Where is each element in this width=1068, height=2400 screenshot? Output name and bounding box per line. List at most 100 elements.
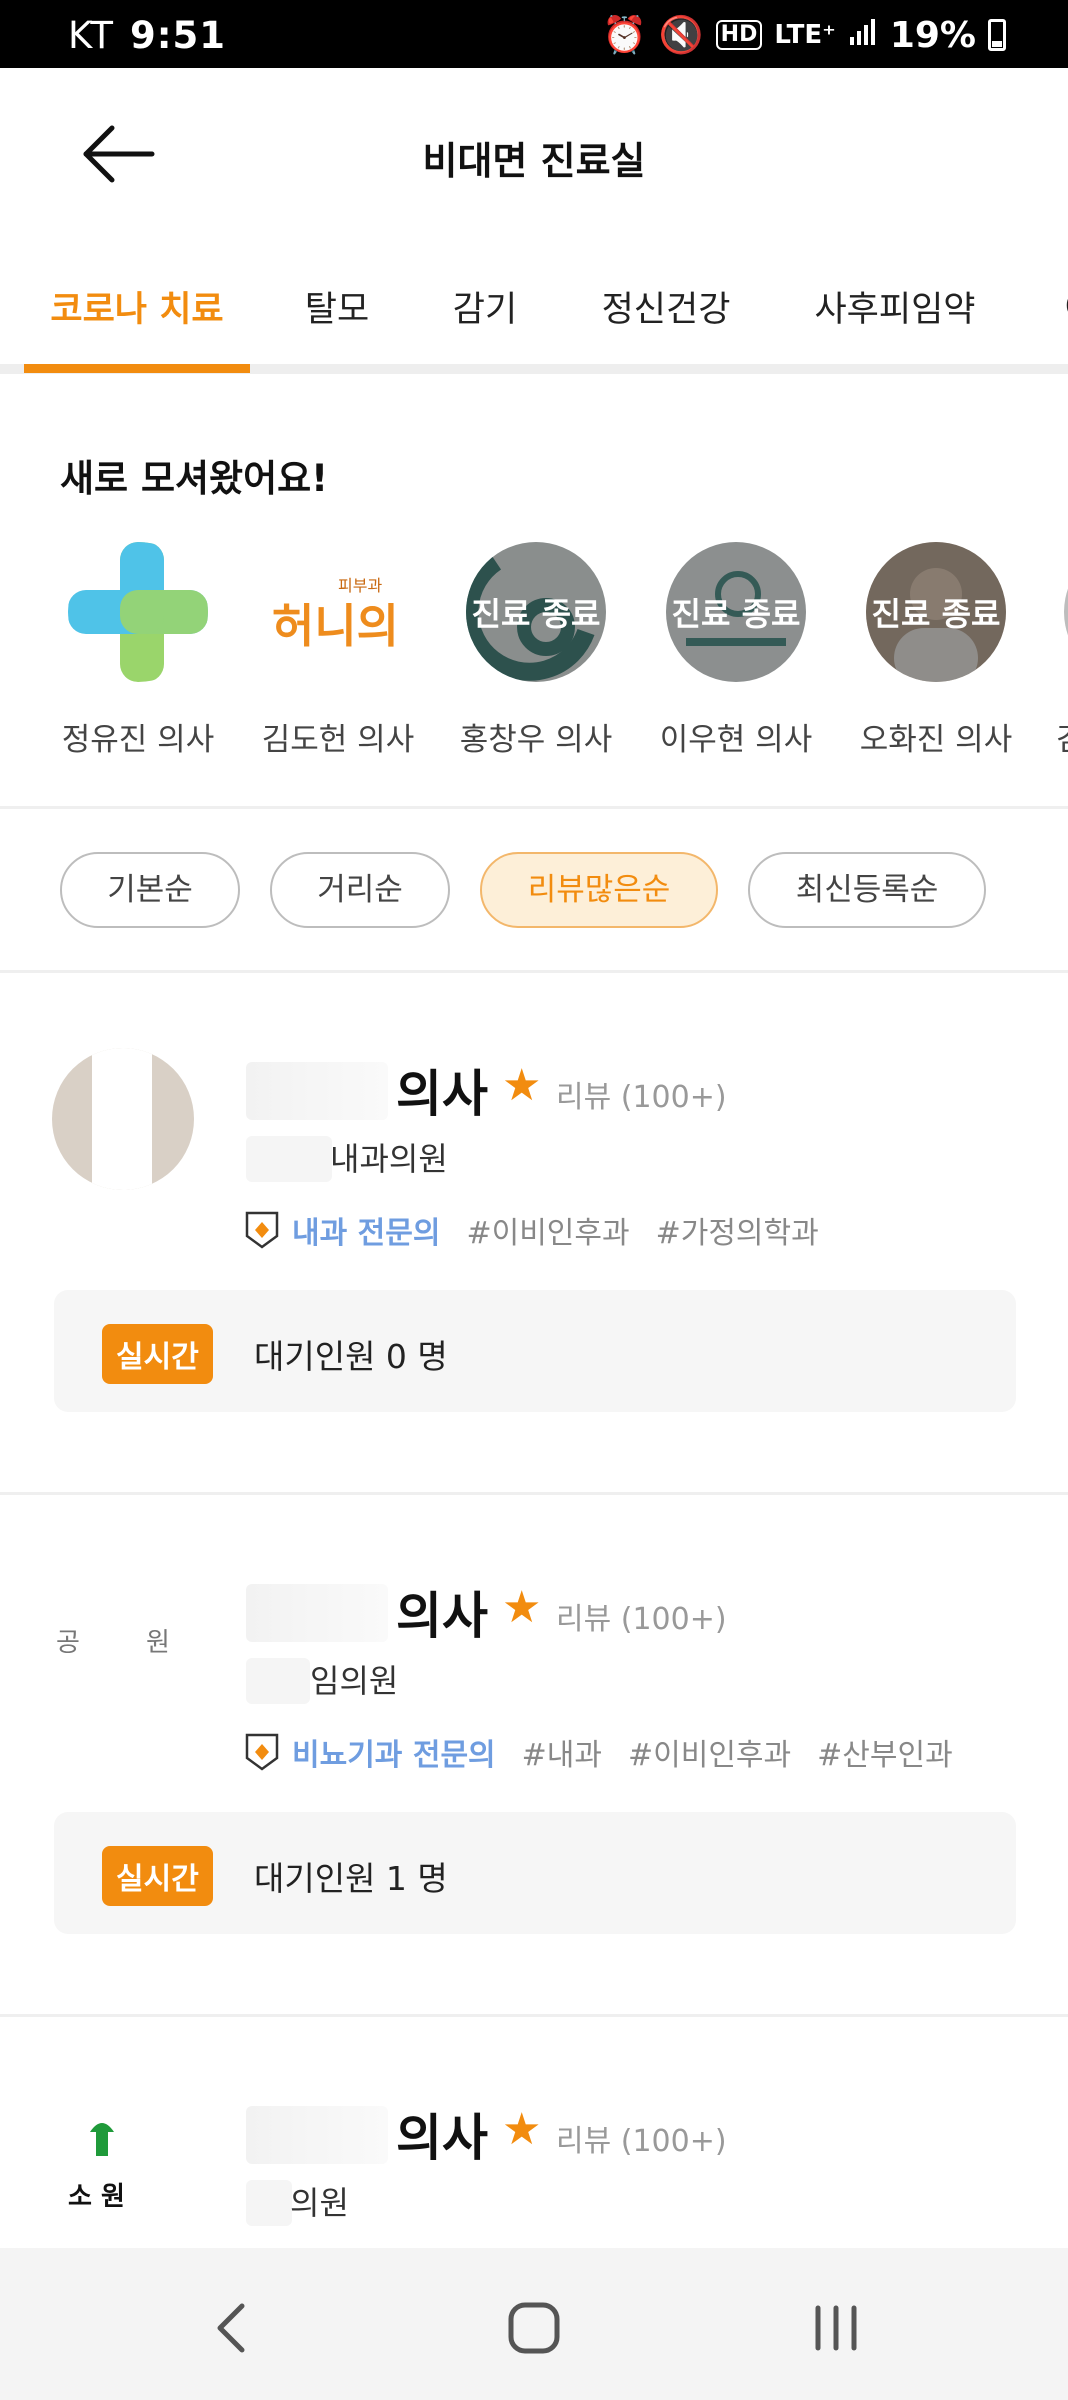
shield-icon [245, 1211, 279, 1249]
doctor-name: 의사 [396, 2109, 488, 2167]
specialty-badge: 비뇨기과 전문의 [244, 1730, 496, 1774]
doctor-tags: 내과 전문의 #이비인후과 #가정의학과 [244, 1208, 819, 1252]
hashtag: #내과 [521, 1738, 602, 1773]
sort-reviews-chip[interactable]: 리뷰많은순 [480, 852, 718, 928]
logo-text: 허니의 [272, 599, 399, 653]
blurred-hospital [246, 2180, 292, 2226]
page-title: 비대면 진료실 [422, 139, 646, 183]
new-doctors-carousel: 정유진 의사 피부과 허니의 김도헌 의사 진료 종료 홍창우 의사 진료 종료… [0, 542, 1068, 762]
hospital-name: 임의원 [310, 1662, 399, 1700]
doctor-logo: 소 원 [52, 2092, 194, 2234]
alarm-icon: ⏰ [602, 15, 647, 56]
doctor-tags: 비뇨기과 전문의 #내과 #이비인후과 #산부인과 [244, 1730, 953, 1774]
logo-text: 공 원 [56, 1628, 170, 1658]
tab-morning-after-pill[interactable]: 사후피임약 [800, 270, 990, 374]
doctor-card[interactable]: 소 원 의사 ★ 리뷰 (100+) 의원 [0, 2016, 1068, 2248]
doctor-name: 이우현 의사 [659, 722, 813, 758]
hashtag: #이비인후과 [466, 1216, 630, 1251]
tab-cold[interactable]: 감기 [430, 270, 540, 374]
hashtag: #가정의학과 [655, 1216, 819, 1251]
shield-icon [245, 1733, 279, 1771]
blurred-name [246, 1584, 388, 1642]
new-doctor-card[interactable]: 진료 종료 이우현 의사 [636, 542, 836, 762]
doctor-photo: 진료 종료 [866, 542, 1006, 682]
signal-icon [848, 15, 878, 56]
new-doctor-card[interactable]: 정유진 의사 [38, 542, 238, 762]
nav-recent-button[interactable] [786, 2288, 886, 2368]
doctor-logo: 진료 종료 [466, 542, 606, 682]
specialty-label: 내과 전문의 [292, 1216, 441, 1251]
doctor-logo [68, 542, 208, 682]
blurred-name [246, 1062, 388, 1120]
new-doctor-card[interactable]: 피부과 허니의 김도헌 의사 [238, 542, 438, 762]
sort-options: 기본순 거리순 리뷰많은순 최신등록순 [0, 852, 1068, 928]
star-icon: ★ [502, 1582, 542, 1633]
mute-icon: 🔇 [658, 15, 704, 56]
doctor-name: 정유진 의사 [61, 722, 215, 758]
sort-newest-chip[interactable]: 최신등록순 [748, 852, 986, 928]
home-square-icon [508, 2302, 560, 2354]
category-tabs: 코로나 치료 탈모 감기 정신건강 사후피임약 이 [0, 270, 1068, 374]
photo-blur [92, 1048, 152, 1190]
doctor-name: 오화진 의사 [859, 722, 1013, 758]
new-doctor-card[interactable]: 김 [1036, 542, 1068, 762]
doctor-name: 의사 [396, 1065, 488, 1123]
logo-text: 소 원 [68, 2182, 125, 2212]
hashtag: #이비인후과 [628, 1738, 792, 1773]
doctor-name: 의사 [396, 1587, 488, 1645]
doctor-logo: 공 원 [52, 1570, 194, 1712]
tab-covid[interactable]: 코로나 치료 [24, 270, 250, 374]
system-nav-bar [0, 2248, 1068, 2400]
hospital-name: 내과의원 [330, 1140, 448, 1178]
doctor-name: 김 [1056, 714, 1068, 759]
doctor-card[interactable]: 의사 ★ 리뷰 (100+) 내과의원 내과 전문의 #이비인후과 #가정의학과… [0, 972, 1068, 1492]
closed-overlay: 진료 종료 [666, 542, 806, 682]
blurred-hospital [246, 1136, 332, 1182]
new-doctor-card[interactable]: 진료 종료 오화진 의사 [836, 542, 1036, 762]
sort-distance-chip[interactable]: 거리순 [270, 852, 450, 928]
nav-home-button[interactable] [484, 2288, 584, 2368]
specialty-badge: 내과 전문의 [244, 1208, 440, 1252]
nav-back-button[interactable] [182, 2288, 282, 2368]
tab-more[interactable]: 이 [1050, 270, 1068, 374]
carrier-label: KT [68, 14, 114, 57]
closed-overlay: 진료 종료 [466, 542, 606, 682]
tab-mental-health[interactable]: 정신건강 [586, 270, 746, 374]
app-header: 비대면 진료실 [0, 68, 1068, 240]
blurred-hospital [246, 1658, 310, 1704]
doctor-name: 김도헌 의사 [261, 722, 415, 758]
battery-percent: 19% [889, 14, 976, 56]
review-count[interactable]: 리뷰 (100+) [556, 1072, 727, 1116]
medical-cross-icon [68, 542, 208, 682]
review-count[interactable]: 리뷰 (100+) [556, 1594, 727, 1638]
sort-default-chip[interactable]: 기본순 [60, 852, 240, 928]
doctor-name: 홍창우 의사 [459, 722, 613, 758]
hashtag: #산부인과 [817, 1738, 953, 1773]
clock: 9:51 [130, 14, 227, 57]
specialty-label: 비뇨기과 전문의 [292, 1738, 496, 1773]
status-right: ⏰ 🔇 HD LTE⁺ 19% [602, 14, 1006, 56]
blurred-name [246, 2106, 388, 2164]
waiting-status: 실시간 대기인원 0 명 [54, 1290, 1016, 1412]
doctor-card[interactable]: 공 원 의사 ★ 리뷰 (100+) 임의원 비뇨기과 전문의 #내과 #이비인… [0, 1494, 1068, 2014]
battery-icon [988, 19, 1006, 51]
section-divider [0, 806, 1068, 809]
doctor-photo [52, 1048, 194, 1190]
live-badge: 실시간 [102, 1324, 213, 1384]
status-bar: KT 9:51 ⏰ 🔇 HD LTE⁺ 19% [0, 0, 1068, 68]
hd-icon: HD [715, 20, 763, 50]
star-icon: ★ [502, 2104, 542, 2155]
review-count[interactable]: 리뷰 (100+) [556, 2116, 727, 2160]
recent-apps-icon [815, 2305, 857, 2351]
tab-hair-loss[interactable]: 탈모 [282, 270, 392, 374]
waiting-status: 실시간 대기인원 1 명 [54, 1812, 1016, 1934]
doctor-logo: 피부과 허니의 [268, 542, 408, 682]
active-tab-indicator [24, 364, 250, 373]
status-left: KT 9:51 [68, 14, 226, 57]
new-doctor-card[interactable]: 진료 종료 홍창우 의사 [436, 542, 636, 762]
network-type: LTE⁺ [774, 20, 836, 50]
chevron-left-icon [217, 2303, 245, 2353]
waiting-count: 대기인원 0 명 [254, 1337, 448, 1376]
star-icon: ★ [502, 1060, 542, 1111]
live-badge: 실시간 [102, 1846, 213, 1906]
